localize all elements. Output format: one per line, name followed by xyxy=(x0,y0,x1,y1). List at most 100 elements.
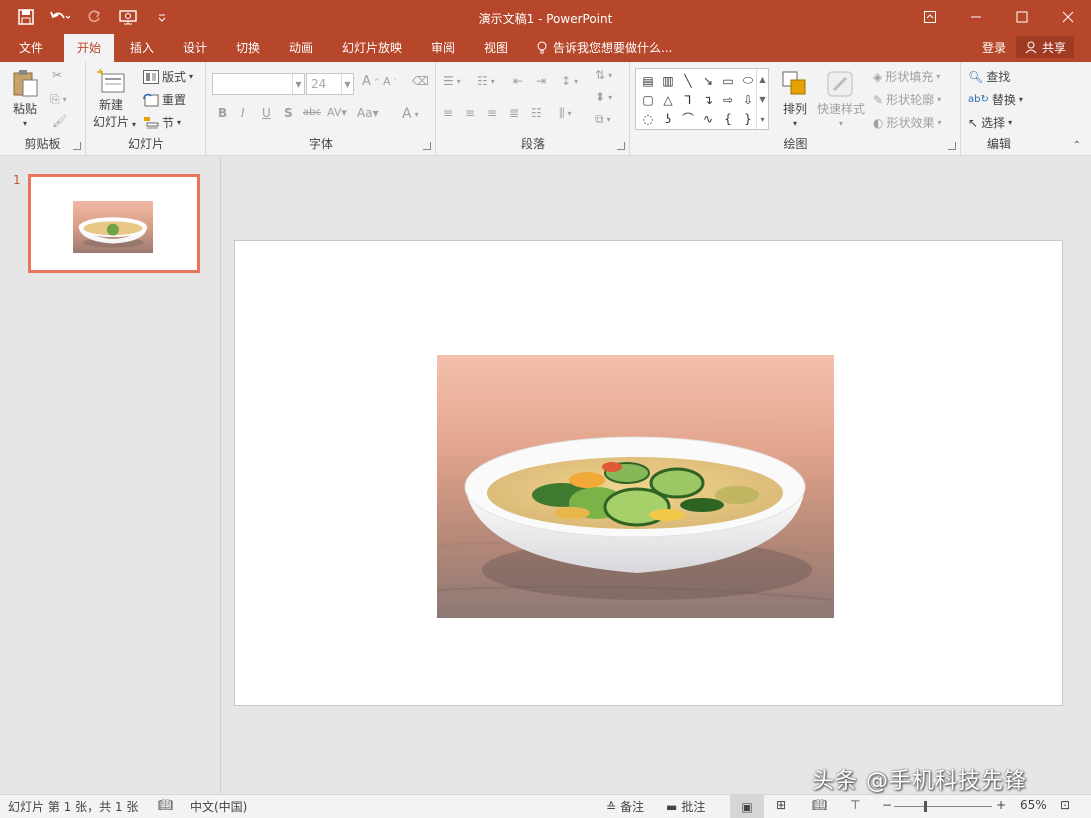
curve-shape-icon[interactable]: ∿ xyxy=(698,109,718,128)
align-center-button[interactable]: ≡ xyxy=(465,106,475,120)
font-name-combo[interactable]: ▼ xyxy=(212,73,305,95)
language-indicator[interactable]: 中文(中国) xyxy=(190,798,247,815)
increase-indent-button[interactable]: ⇥ xyxy=(536,74,546,88)
ribbon-display-options-button[interactable] xyxy=(907,0,953,34)
shapes-gallery[interactable]: ▤ ▥ ╲ ↘ ▭ ⬭ ▢ △ ⅂ ↴ ⇨ ⇩ ◌ ʖ ⌒ ∿ { } ▲ ▼ ▾ xyxy=(635,68,769,130)
login-link[interactable]: 登录 xyxy=(982,34,1006,62)
paste-button[interactable]: 粘贴 ▾ xyxy=(10,68,40,128)
shape-fill-button[interactable]: ◈ 形状填充 ▾ xyxy=(873,68,940,85)
vertical-textbox-shape-icon[interactable]: ▥ xyxy=(658,71,678,90)
font-size-combo[interactable]: 24 ▼ xyxy=(306,73,354,95)
clipboard-launcher[interactable] xyxy=(73,142,81,150)
tab-transitions[interactable]: 切换 xyxy=(228,34,268,62)
fit-slide-button[interactable]: ⊡ xyxy=(1060,798,1070,812)
justify-button[interactable]: ≣ xyxy=(509,106,519,120)
bold-button[interactable]: B xyxy=(218,106,227,120)
close-button[interactable] xyxy=(1045,0,1091,34)
tab-animations[interactable]: 动画 xyxy=(281,34,321,62)
align-text-button[interactable]: ⬍ ▾ xyxy=(595,90,612,104)
select-button[interactable]: ↖ 选择 ▾ xyxy=(968,114,1012,131)
quick-styles-button[interactable]: 快速样式 ▾ xyxy=(817,70,865,128)
slide-sorter-button[interactable]: ⊞ xyxy=(776,798,786,812)
right-arrow-shape-icon[interactable]: ⇨ xyxy=(718,90,738,109)
tab-slideshow[interactable]: 幻灯片放映 xyxy=(336,34,408,62)
format-painter-button[interactable]: 🖌 xyxy=(52,114,67,128)
arrow-line-shape-icon[interactable]: ↘ xyxy=(698,71,718,90)
tab-insert[interactable]: 插入 xyxy=(122,34,162,62)
clear-formatting-button[interactable]: ⌫ xyxy=(412,74,429,88)
freeform-shape-icon[interactable]: ◌ xyxy=(638,109,658,128)
tab-design[interactable]: 设计 xyxy=(175,34,215,62)
replace-button[interactable]: ab↻ 替换 ▾ xyxy=(968,91,1023,108)
zoom-in-button[interactable]: + xyxy=(996,798,1006,812)
distributed-button[interactable]: ☷ xyxy=(531,106,542,120)
minimize-button[interactable] xyxy=(953,0,999,34)
tab-home[interactable]: 开始 xyxy=(64,34,114,62)
reset-button[interactable]: 重置 xyxy=(143,91,186,108)
decrease-indent-button[interactable]: ⇤ xyxy=(513,74,523,88)
smartart-button[interactable]: ⧉ ▾ xyxy=(595,112,611,127)
slide-thumbnail[interactable] xyxy=(28,174,200,273)
zoom-out-button[interactable]: − xyxy=(882,798,892,812)
new-slide-button[interactable]: 新建 幻灯片 xyxy=(93,68,129,130)
food-photo[interactable] xyxy=(437,355,834,618)
share-button[interactable]: 共享 xyxy=(1016,36,1074,58)
columns-button[interactable]: ⫼ ▾ xyxy=(559,106,572,121)
section-button[interactable]: 节 ▾ xyxy=(143,114,181,131)
rectangle-shape-icon[interactable]: ▭ xyxy=(718,71,738,90)
line-shape-icon[interactable]: ╲ xyxy=(678,71,698,90)
comments-button[interactable]: ▬ 批注 xyxy=(666,798,705,815)
numbering-button[interactable]: ☷ ▾ xyxy=(477,74,495,88)
font-launcher[interactable] xyxy=(423,142,431,150)
find-button[interactable]: 🔍︎ 查找 xyxy=(968,68,1010,85)
scribble-shape-icon[interactable]: ʖ xyxy=(658,109,678,128)
cut-button[interactable]: ✂ xyxy=(52,68,62,82)
paragraph-launcher[interactable] xyxy=(617,142,625,150)
line-spacing-button[interactable]: ↕ ▾ xyxy=(561,74,578,88)
tell-me-box[interactable]: 告诉我您想要做什么... xyxy=(536,34,672,62)
text-direction-button[interactable]: ⇅ ▾ xyxy=(595,68,612,82)
shapes-gallery-scroll[interactable]: ▲ ▼ ▾ xyxy=(756,69,768,129)
spellcheck-button[interactable]: 📖︎ xyxy=(158,798,173,812)
zoom-level[interactable]: 65% xyxy=(1020,798,1047,812)
increase-font-button[interactable]: A ^ xyxy=(362,74,380,89)
zoom-slider[interactable] xyxy=(894,806,992,807)
decrease-font-button[interactable]: Aˇ xyxy=(383,75,397,88)
normal-view-button[interactable]: ▣ xyxy=(730,795,764,818)
align-left-button[interactable]: ≡ xyxy=(443,106,453,120)
rounded-rectangle-shape-icon[interactable]: ▢ xyxy=(638,90,658,109)
slide-editor[interactable] xyxy=(222,157,1091,793)
tab-file[interactable]: 文件 xyxy=(10,34,52,62)
shadow-button[interactable]: S xyxy=(284,106,293,120)
slideshow-view-button[interactable]: ⊤ xyxy=(850,798,860,812)
bullets-button[interactable]: ☰ ▾ xyxy=(443,74,461,88)
copy-button[interactable]: ⎘ ▾ xyxy=(50,92,67,107)
underline-button[interactable]: U xyxy=(262,106,271,120)
textbox-shape-icon[interactable]: ▤ xyxy=(638,71,658,90)
elbow-arrow-shape-icon[interactable]: ↴ xyxy=(698,90,718,109)
collapse-ribbon-button[interactable]: ⌃ xyxy=(1073,140,1081,151)
shape-outline-button[interactable]: ✎ 形状轮廓 ▾ xyxy=(873,91,941,108)
elbow-connector-shape-icon[interactable]: ⅂ xyxy=(678,90,698,109)
tab-review[interactable]: 审阅 xyxy=(422,34,464,62)
char-spacing-button[interactable]: AV▾ xyxy=(327,106,347,119)
font-color-button[interactable]: A ▾ xyxy=(402,106,419,122)
reading-view-button[interactable]: 📖︎ xyxy=(812,798,827,812)
maximize-button[interactable] xyxy=(999,0,1045,34)
align-right-button[interactable]: ≡ xyxy=(487,106,497,120)
right-brace-shape-icon[interactable]: } xyxy=(738,109,758,128)
slide-thumbnail-panel[interactable]: 1 xyxy=(0,157,221,793)
zoom-slider-thumb[interactable] xyxy=(924,801,927,812)
drawing-launcher[interactable] xyxy=(948,142,956,150)
oval-shape-icon[interactable]: ⬭ xyxy=(738,71,758,90)
down-arrow-shape-icon[interactable]: ⇩ xyxy=(738,90,758,109)
change-case-button[interactable]: Aa▾ xyxy=(357,106,379,120)
notes-button[interactable]: ≙ 备注 xyxy=(606,798,644,815)
left-brace-shape-icon[interactable]: { xyxy=(718,109,738,128)
tab-view[interactable]: 视图 xyxy=(476,34,516,62)
triangle-shape-icon[interactable]: △ xyxy=(658,90,678,109)
italic-button[interactable]: I xyxy=(241,106,245,120)
arc-shape-icon[interactable]: ⌒ xyxy=(678,109,698,128)
strikethrough-button[interactable]: abc xyxy=(303,107,321,118)
layout-button[interactable]: 版式 ▾ xyxy=(143,68,193,85)
